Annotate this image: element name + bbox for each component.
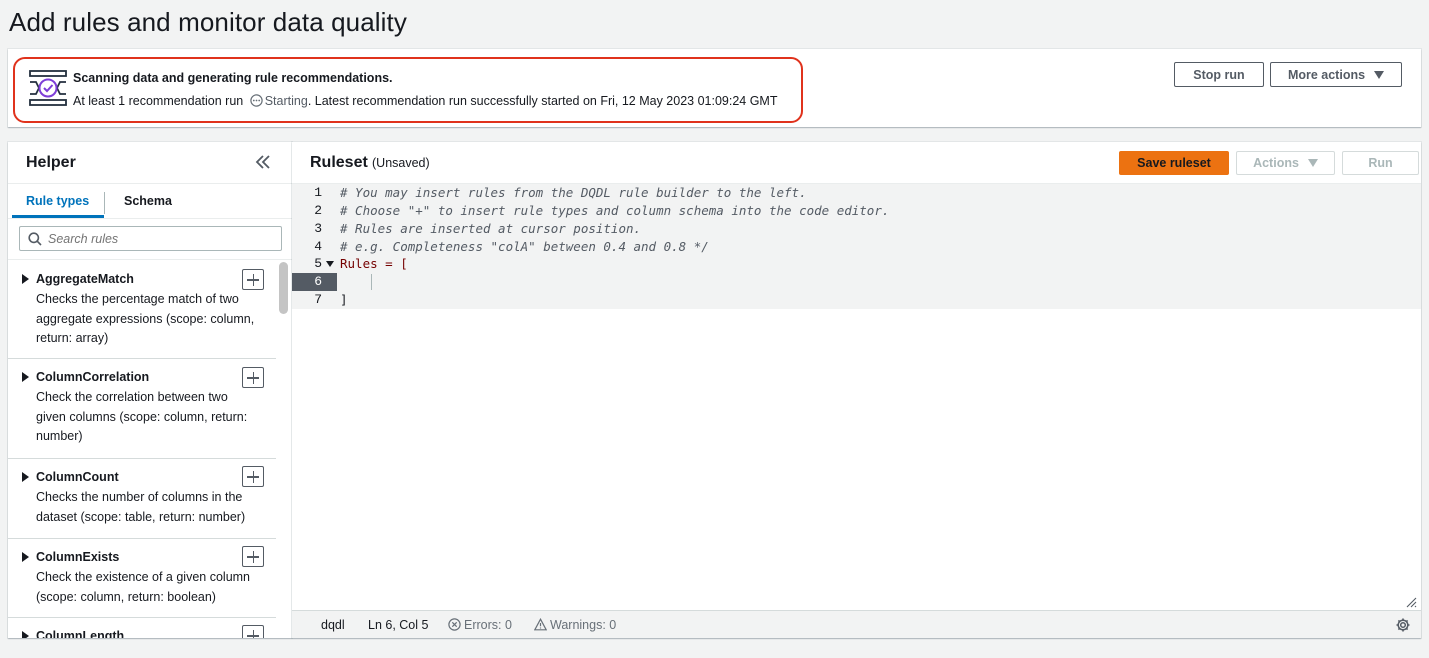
line-number: 6 bbox=[314, 274, 322, 289]
rule-name[interactable]: ColumnExists bbox=[36, 550, 119, 564]
warning-icon bbox=[534, 618, 547, 631]
search-rules-input[interactable] bbox=[19, 226, 282, 251]
rule-description: Checks the number of columns in the data… bbox=[36, 490, 246, 524]
add-rule-button[interactable] bbox=[242, 625, 264, 638]
text-cursor bbox=[371, 274, 372, 290]
error-icon bbox=[448, 618, 461, 631]
errors-count[interactable]: Errors: 0 bbox=[448, 618, 512, 632]
tab-rule-types[interactable]: Rule types bbox=[26, 194, 89, 208]
collapse-panel-icon[interactable] bbox=[255, 154, 271, 170]
ruleset-title: Ruleset bbox=[310, 154, 368, 171]
line-number: 7 bbox=[314, 292, 322, 307]
page-title: Add rules and monitor data quality bbox=[9, 7, 407, 37]
list-item: ColumnExists Check the existence of a gi… bbox=[8, 539, 276, 618]
save-ruleset-button[interactable]: Save ruleset bbox=[1119, 151, 1229, 175]
tab-divider bbox=[104, 192, 105, 214]
code-line: # e.g. Completeness "colA" between 0.4 a… bbox=[340, 239, 709, 254]
helper-panel: Helper Rule types Schema AggregateMatch … bbox=[8, 142, 292, 638]
code-line: ] bbox=[340, 292, 348, 307]
language-label: dqdl bbox=[321, 618, 345, 632]
expand-triangle-icon[interactable] bbox=[22, 631, 29, 638]
actions-button[interactable]: Actions bbox=[1236, 151, 1335, 175]
list-item: ColumnCorrelation Check the correlation … bbox=[8, 359, 276, 459]
line-number: 4 bbox=[314, 239, 322, 254]
list-item: ColumnCount Checks the number of columns… bbox=[8, 459, 276, 539]
line-number: 1 bbox=[314, 185, 322, 200]
fold-toggle-icon[interactable] bbox=[326, 261, 334, 267]
add-rule-button[interactable] bbox=[242, 269, 264, 290]
add-rule-button[interactable] bbox=[242, 466, 264, 487]
list-item: ColumnLength bbox=[8, 618, 276, 638]
rule-name[interactable]: ColumnLength bbox=[36, 629, 124, 638]
divider bbox=[8, 183, 292, 184]
scrollbar[interactable] bbox=[279, 262, 288, 314]
actions-label: Actions bbox=[1253, 156, 1299, 170]
rule-description: Check the existence of a given column (s… bbox=[36, 570, 251, 604]
warnings-label: Warnings: 0 bbox=[550, 618, 617, 632]
more-actions-label: More actions bbox=[1287, 67, 1366, 82]
flash-desc-suffix: . Latest recommendation run successfully… bbox=[307, 94, 778, 108]
errors-label: Errors: 0 bbox=[464, 618, 512, 632]
cursor-position: Ln 6, Col 5 bbox=[368, 618, 429, 632]
line-number: 3 bbox=[314, 221, 322, 236]
caret-down-icon bbox=[1374, 70, 1385, 79]
run-status: Starting bbox=[264, 94, 308, 108]
flash-title: Scanning data and generating rule recomm… bbox=[73, 71, 393, 85]
gear-icon[interactable] bbox=[1395, 617, 1411, 633]
flash-description: At least 1 recommendation run Starting. … bbox=[73, 94, 777, 108]
tab-schema[interactable]: Schema bbox=[124, 194, 172, 208]
code-line: # You may insert rules from the DQDL rul… bbox=[340, 185, 807, 200]
rule-name[interactable]: AggregateMatch bbox=[36, 272, 134, 286]
add-rule-button[interactable] bbox=[242, 546, 264, 567]
expand-triangle-icon[interactable] bbox=[22, 274, 29, 284]
add-rule-button[interactable] bbox=[242, 367, 264, 388]
expand-triangle-icon[interactable] bbox=[22, 472, 29, 482]
run-button[interactable]: Run bbox=[1342, 151, 1419, 175]
expand-triangle-icon[interactable] bbox=[22, 372, 29, 382]
rule-description: Checks the percentage match of two aggre… bbox=[36, 292, 255, 345]
more-actions-button[interactable]: More actions bbox=[1270, 62, 1402, 87]
editor-status-bar: dqdl Ln 6, Col 5 Errors: 0 Warnings: 0 bbox=[292, 610, 1421, 638]
rule-name[interactable]: ColumnCorrelation bbox=[36, 370, 149, 384]
divider bbox=[8, 218, 292, 219]
data-scan-check-icon bbox=[29, 70, 67, 106]
expand-triangle-icon[interactable] bbox=[22, 552, 29, 562]
search-icon bbox=[28, 232, 42, 246]
helper-title: Helper bbox=[26, 154, 76, 171]
line-number: 5 bbox=[314, 256, 322, 271]
code-line: # Rules are inserted at cursor position. bbox=[340, 221, 642, 236]
caret-down-icon bbox=[1307, 159, 1318, 167]
rule-description: Check the correlation between two given … bbox=[36, 390, 248, 443]
recommendation-banner: Scanning data and generating rule recomm… bbox=[8, 49, 1421, 127]
resize-handle-icon[interactable] bbox=[1405, 596, 1417, 608]
code-line: Rules = [ bbox=[340, 256, 408, 271]
code-line: # Choose "+" to insert rule types and co… bbox=[340, 203, 890, 218]
flash-message: Scanning data and generating rule recomm… bbox=[13, 57, 803, 123]
warnings-count[interactable]: Warnings: 0 bbox=[534, 618, 616, 632]
ruleset-panel: Ruleset (Unsaved) Save ruleset Actions R… bbox=[292, 142, 1421, 638]
flash-desc-prefix: At least 1 recommendation run bbox=[73, 94, 244, 108]
code-editor[interactable]: 1 # You may insert rules from the DQDL r… bbox=[292, 183, 1421, 610]
list-item: AggregateMatch Checks the percentage mat… bbox=[8, 260, 276, 359]
stop-run-button[interactable]: Stop run bbox=[1174, 62, 1264, 87]
rule-name[interactable]: ColumnCount bbox=[36, 470, 119, 484]
status-pending-icon bbox=[250, 94, 263, 107]
rule-list: AggregateMatch Checks the percentage mat… bbox=[8, 260, 276, 638]
unsaved-indicator: (Unsaved) bbox=[372, 156, 430, 170]
line-number: 2 bbox=[314, 203, 322, 218]
